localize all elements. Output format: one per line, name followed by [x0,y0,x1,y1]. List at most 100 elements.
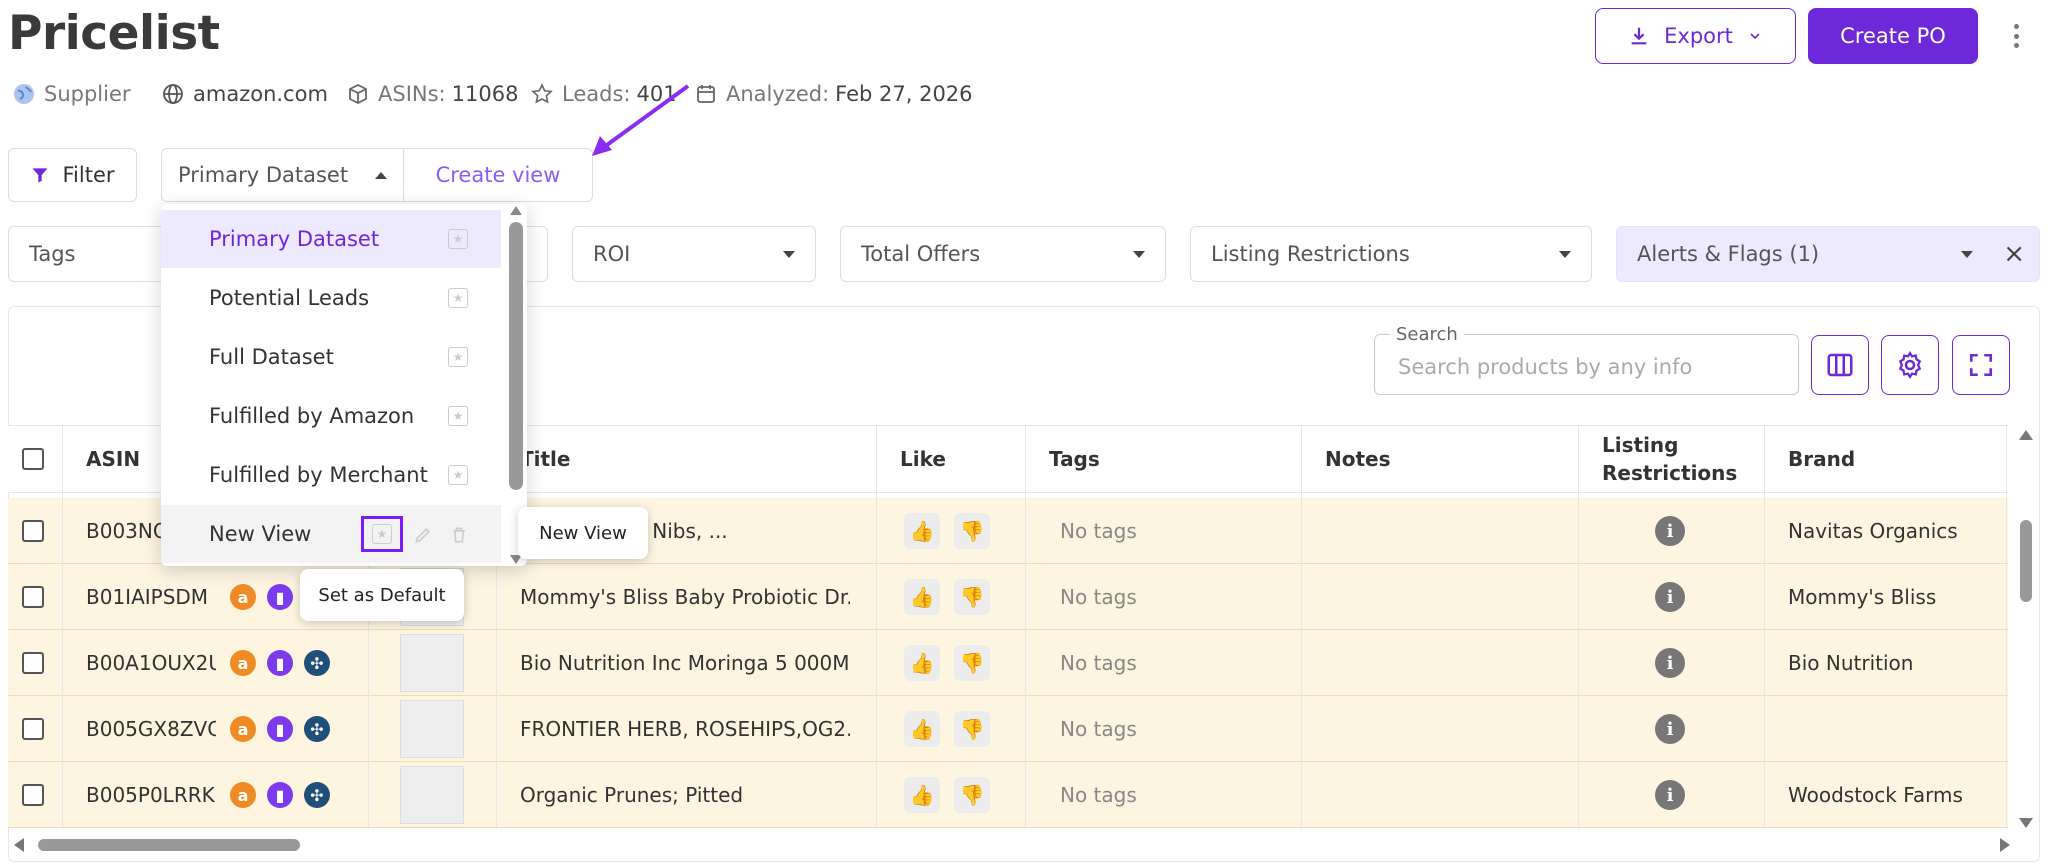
default-star-icon: ★ [372,524,392,544]
view-option-fulfilled-by-merchant[interactable]: Fulfilled by Merchant ★ [161,446,501,504]
default-star-icon[interactable]: ★ [448,229,468,249]
annotation-arrow [592,84,690,156]
thumbs-down-icon[interactable]: 👎 [954,777,990,813]
view-select[interactable]: Primary Dataset [162,149,404,201]
row-checkbox[interactable] [22,498,52,564]
restriction-info-icon[interactable]: i [1655,696,1695,762]
asin-cell[interactable]: B00A1OUX2U [86,630,216,696]
column-divider [1578,425,1579,829]
thumbs-down-icon[interactable]: 👎 [954,645,990,681]
default-star-icon[interactable]: ★ [448,288,468,308]
restriction-info-icon[interactable]: i [1655,564,1695,630]
thumbs-down-icon[interactable]: 👎 [954,711,990,747]
supplier-meta: Supplier [12,80,131,108]
bar-chart-icon[interactable]: ▮ [267,650,293,676]
caret-down-icon [1133,250,1145,258]
network-icon[interactable]: ✣ [304,716,330,742]
default-star-icon[interactable]: ★ [448,406,468,426]
asin-cell[interactable]: B005GX8ZVC [86,696,216,762]
amazon-icon[interactable]: a [230,782,256,808]
calendar-icon [697,85,715,103]
view-option-label: Fulfilled by Amazon [209,404,415,428]
columns-button[interactable] [1811,335,1869,395]
restriction-info-icon[interactable]: i [1655,498,1695,564]
default-star-icon[interactable]: ★ [448,347,468,367]
create-po-button[interactable]: Create PO [1808,8,1978,64]
default-star-icon[interactable]: ★ [448,465,468,485]
asin-cell[interactable]: B01IAIPSDM [86,564,216,630]
alerts-flags-filter[interactable]: Alerts & Flags (1) × [1616,226,2040,282]
row-checkbox[interactable] [22,630,52,696]
bar-chart-icon[interactable]: ▮ [267,782,293,808]
col-asin[interactable]: ASIN [86,425,140,493]
title-cell[interactable]: Organic Prunes; Pitted [520,762,850,828]
col-title[interactable]: Title [520,425,570,493]
view-selected-label: Primary Dataset [178,163,349,187]
restriction-info-icon[interactable]: i [1655,630,1695,696]
restriction-info-icon[interactable]: i [1655,762,1695,828]
row-checkbox[interactable] [22,762,52,828]
amazon-icon[interactable]: a [230,650,256,676]
bar-chart-icon[interactable]: ▮ [267,584,293,610]
create-view-button[interactable]: Create view [404,149,592,201]
title-cell[interactable]: Mommy's Bliss Baby Probiotic Dr... [520,564,850,630]
asin-cell[interactable]: B005P0LRRK [86,762,216,828]
view-option-fulfilled-by-amazon[interactable]: Fulfilled by Amazon ★ [161,387,501,445]
export-button[interactable]: Export [1595,8,1796,64]
settings-button[interactable] [1881,335,1939,395]
analyzed-value: Feb 27, 2026 [835,82,973,106]
thumbs-up-icon[interactable]: 👍 [904,513,940,549]
row-checkbox[interactable] [22,696,52,762]
col-notes[interactable]: Notes [1325,425,1391,493]
gear-icon [1898,350,1922,380]
clear-filter-icon[interactable]: × [2003,241,2025,267]
brand-cell: Navitas Organics [1788,519,1958,543]
row-checkbox[interactable] [22,564,52,630]
export-label: Export [1664,24,1733,48]
filter-button[interactable]: Filter [8,148,137,202]
view-option-primary-dataset[interactable]: Primary Dataset ★ [161,210,501,268]
edit-pencil-icon[interactable] [413,525,433,545]
network-icon[interactable]: ✣ [304,650,330,676]
thumbs-down-icon[interactable]: 👎 [954,513,990,549]
trash-icon[interactable] [449,525,469,545]
tags-cell: No tags [1060,519,1137,543]
download-icon [1631,27,1647,45]
supplier-label: Supplier [44,82,131,106]
network-icon[interactable]: ✣ [304,782,330,808]
col-listing-restrictions[interactable]: Listing Restrictions [1602,425,1742,493]
asins-label: ASINs: [378,82,446,106]
thumbs-up-icon[interactable]: 👍 [904,711,940,747]
vertical-scrollbar[interactable] [2016,430,2036,828]
col-tags[interactable]: Tags [1049,425,1100,493]
view-option-new-view[interactable]: New View ★ [161,505,501,563]
amazon-icon[interactable]: a [230,584,256,610]
title-cell[interactable]: FRONTIER HERB, ROSEHIPS,OG2... [520,696,850,762]
amazon-icon[interactable]: a [230,716,256,742]
fullscreen-button[interactable] [1952,335,2010,395]
horizontal-scrollbar[interactable] [12,835,2012,855]
view-option-potential-leads[interactable]: Potential Leads ★ [161,269,501,327]
search-input[interactable] [1398,353,1778,381]
view-option-full-dataset[interactable]: Full Dataset ★ [161,328,501,386]
thumbs-down-icon[interactable]: 👎 [954,579,990,615]
views-dropdown: Primary Dataset ★ Potential Leads ★ Full… [161,204,527,566]
set-default-star-button[interactable]: ★ [361,516,403,552]
tags-cell: No tags [1060,585,1137,609]
col-like[interactable]: Like [900,425,946,493]
listing-restrictions-filter[interactable]: Listing Restrictions [1190,226,1592,282]
more-options-icon[interactable] [2006,20,2026,52]
brand-cell [1788,696,1998,762]
thumbs-up-icon[interactable]: 👍 [904,777,940,813]
column-divider [62,425,63,829]
thumbs-up-icon[interactable]: 👍 [904,579,940,615]
select-all-checkbox[interactable] [22,425,44,493]
col-brand[interactable]: Brand [1788,425,1855,493]
title-cell[interactable]: Bio Nutrition Inc Moringa 5 000M... [520,630,850,696]
thumbs-up-icon[interactable]: 👍 [904,645,940,681]
bar-chart-icon[interactable]: ▮ [267,716,293,742]
total-offers-filter[interactable]: Total Offers [840,226,1166,282]
analyzed-label: Analyzed: [726,82,830,106]
view-option-label: New View [209,522,312,546]
roi-filter[interactable]: ROI [572,226,816,282]
